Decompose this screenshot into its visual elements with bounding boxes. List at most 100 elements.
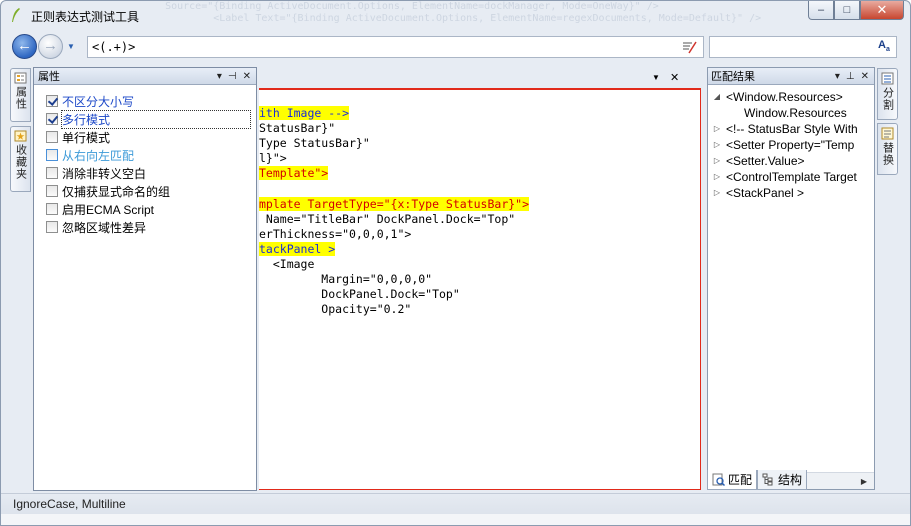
results-tabs: 匹配 结构: [707, 468, 875, 490]
clear-format-icon[interactable]: [681, 39, 697, 55]
tree-node-label: <Window.Resources>: [726, 90, 843, 104]
back-arrow-icon[interactable]: ←: [12, 34, 37, 59]
code-line: tackPanel >: [259, 241, 529, 257]
pane-menu-icon[interactable]: ▾: [835, 71, 840, 82]
properties-header-tools: ▾ ⊣ ✕: [217, 71, 256, 82]
code-line: Type StatusBar}": [259, 136, 529, 151]
code-line: mplate TargetType="{x:Type StatusBar}">: [259, 196, 530, 212]
checkbox-right-to-left[interactable]: [46, 149, 58, 161]
option-singleline[interactable]: 单行模式: [46, 128, 256, 146]
code-line: Opacity="0.2": [259, 302, 529, 317]
option-multiline[interactable]: 多行模式: [46, 109, 256, 129]
match-tree: ◢ <Window.Resources> Window.Resources ▷ <!--…: [708, 85, 874, 201]
source-code: ith Image --> StatusBar}" Type StatusBar}"…: [259, 106, 530, 317]
option-label: 多行模式: [60, 109, 252, 129]
collapse-icon[interactable]: ◢: [708, 89, 726, 105]
expand-icon[interactable]: ▷: [708, 121, 726, 137]
checkbox-singleline[interactable]: [46, 131, 58, 143]
checkbox-multiline[interactable]: [46, 113, 58, 125]
checkbox-culture-invariant[interactable]: [46, 221, 58, 233]
option-explicit-capture[interactable]: 仅捕获显式命名的组: [46, 182, 256, 200]
code-text: Type StatusBar}": [259, 136, 370, 151]
pane-close-icon[interactable]: ✕: [861, 71, 869, 82]
pin-icon[interactable]: ⊣: [228, 71, 237, 82]
app-window: Source="{Binding ActiveDocument.Options,…: [0, 0, 911, 526]
expand-icon[interactable]: ▷: [708, 137, 726, 153]
pane-close-icon[interactable]: ✕: [243, 71, 251, 82]
tab-properties[interactable]: 属性: [10, 68, 31, 122]
editor-close-icon[interactable]: ✕: [670, 71, 679, 84]
tree-node-label: Window.Resources: [744, 106, 847, 120]
option-ecma-script[interactable]: 启用ECMA Script: [46, 200, 256, 218]
forward-arrow-icon[interactable]: →: [38, 34, 63, 59]
maximize-button[interactable]: □: [834, 1, 860, 20]
expand-icon[interactable]: ▷: [708, 169, 726, 185]
tab-replace[interactable]: 替换: [877, 123, 898, 175]
pin-icon[interactable]: ⊥: [846, 71, 855, 82]
option-right-to-left[interactable]: 从右向左匹配: [46, 146, 256, 164]
results-header-tools: ▾ ⊥ ✕: [835, 71, 874, 82]
option-ignore-case[interactable]: 不区分大小写: [46, 92, 256, 110]
tree-node-label: <!-- StatusBar Style With: [726, 122, 858, 136]
code-text: Opacity="0.2": [259, 302, 412, 317]
option-label: 不区分大小写: [62, 94, 135, 109]
expand-icon[interactable]: ▷: [708, 153, 726, 169]
editor-dropdown-icon[interactable]: ▼: [652, 73, 660, 82]
match-highlight: Template">: [259, 166, 329, 181]
checkbox-ecma-script[interactable]: [46, 203, 58, 215]
checkbox-ignore-whitespace[interactable]: [46, 167, 58, 179]
pane-menu-icon[interactable]: ▾: [217, 71, 222, 82]
option-label: 忽略区域性差异: [62, 220, 147, 235]
minimize-button[interactable]: –: [808, 1, 834, 20]
code-text: StatusBar}": [259, 121, 336, 136]
expand-icon[interactable]: ▷: [708, 185, 726, 201]
regex-input[interactable]: <(.+)>: [87, 36, 704, 58]
history-dropdown-icon[interactable]: ▼: [67, 42, 77, 51]
tree-icon: [762, 473, 773, 486]
code-text: DockPanel.Dock="Top": [259, 287, 460, 302]
code-line: <Image: [259, 257, 529, 272]
tab-match[interactable]: 匹配: [707, 470, 758, 490]
font-glyph: A: [878, 39, 886, 51]
option-ignore-whitespace[interactable]: 消除非转义空白: [46, 164, 256, 182]
tab-favorites[interactable]: 收藏夹: [10, 126, 31, 192]
code-text: l}">: [259, 151, 287, 166]
properties-pane: 属性 ▾ ⊣ ✕ 不区分大小写 多行模式 单行模式 从右向左匹配 消除非转义空白…: [33, 67, 257, 491]
tree-node[interactable]: Window.Resources: [708, 105, 874, 121]
code-line: Margin="0,0,0,0": [259, 272, 529, 287]
code-line: DockPanel.Dock="Top": [259, 287, 529, 302]
source-editor[interactable]: ith Image --> StatusBar}" Type StatusBar}"…: [259, 88, 701, 490]
tree-node-label: <Setter.Value>: [726, 154, 805, 168]
tree-node-label: <StackPanel >: [726, 186, 805, 200]
checkbox-explicit-capture[interactable]: [46, 185, 58, 197]
tab-split-label: 分割: [881, 87, 894, 111]
tree-node[interactable]: ▷ <ControlTemplate Target: [708, 169, 874, 185]
close-button[interactable]: ✕: [860, 1, 904, 20]
tree-node[interactable]: ▷ <!-- StatusBar Style With: [708, 121, 874, 137]
properties-title: 属性: [38, 71, 60, 83]
tab-structure[interactable]: 结构: [757, 470, 808, 490]
replace-input[interactable]: [709, 36, 897, 58]
properties-header: 属性 ▾ ⊣ ✕: [34, 68, 256, 85]
window-bottom-edge: [1, 514, 910, 525]
code-line: StatusBar}": [259, 121, 529, 136]
font-icon[interactable]: Aa: [878, 39, 894, 55]
tree-node[interactable]: ▷ <StackPanel >: [708, 185, 874, 201]
option-label: 从右向左匹配: [62, 148, 135, 163]
tab-replace-label: 替换: [881, 142, 894, 166]
tree-node-label: <ControlTemplate Target: [726, 170, 857, 184]
tree-node[interactable]: ▷ <Setter Property="Temp: [708, 137, 874, 153]
code-line: Name="TitleBar" DockPanel.Dock="Top": [259, 212, 529, 227]
tab-structure-label: 结构: [778, 473, 803, 487]
toolbar: ← → ▼ <(.+)> Aa: [1, 31, 910, 63]
checkbox-ignore-case[interactable]: [46, 95, 58, 107]
option-culture-invariant[interactable]: 忽略区域性差异: [46, 218, 256, 236]
code-line: l}">: [259, 151, 529, 166]
match-highlight: mplate TargetType="{x:Type StatusBar}">: [259, 196, 530, 211]
tree-node[interactable]: ◢ <Window.Resources>: [708, 89, 874, 105]
code-text: <Image: [259, 256, 315, 271]
tab-split[interactable]: 分割: [877, 68, 898, 120]
properties-icon: [14, 72, 27, 84]
tree-node[interactable]: ▷ <Setter.Value>: [708, 153, 874, 169]
replace-icon: [881, 127, 894, 140]
